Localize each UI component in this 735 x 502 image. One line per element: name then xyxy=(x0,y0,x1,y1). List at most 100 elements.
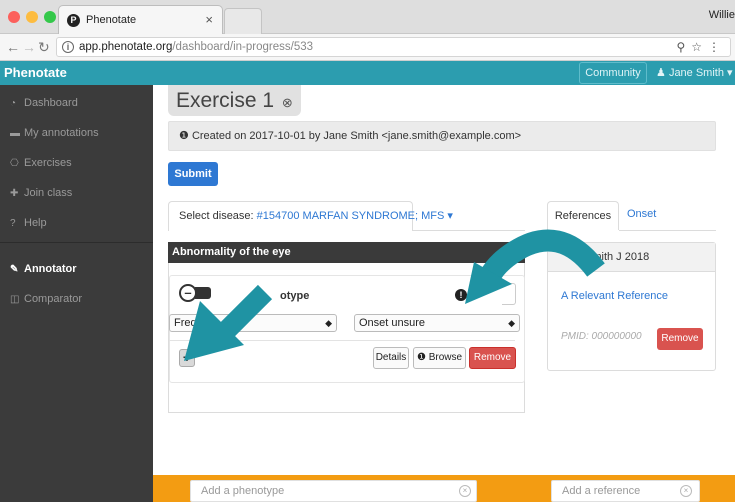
close-circle-icon[interactable]: ⊗ xyxy=(282,95,293,110)
extension-icon[interactable]: ⚲ xyxy=(676,40,691,54)
community-button[interactable]: Community xyxy=(579,62,647,84)
toggle-bar xyxy=(195,287,211,299)
sidebar-item-my-annotations[interactable]: ▬ My annotations xyxy=(10,127,99,139)
clear-icon[interactable]: × xyxy=(459,485,471,497)
sidebar-item-label: Help xyxy=(24,217,47,229)
remove-reference-button[interactable]: Remove xyxy=(657,328,703,350)
submit-button[interactable]: Submit xyxy=(168,162,218,186)
sidebar: ◔ Dashboard ▬ My annotations ⎔ Exercises ✚ J… xyxy=(0,85,153,502)
sidebar-item-label: Dashboard xyxy=(24,97,78,109)
maximize-window-button[interactable] xyxy=(44,11,56,23)
sidebar-item-help[interactable]: ? Help xyxy=(10,217,47,229)
add-reference-input[interactable]: Add a reference × xyxy=(551,480,700,502)
new-tab-button[interactable] xyxy=(224,8,262,34)
frequency-value: Freq xyxy=(174,317,197,329)
add-phenotype-placeholder: Add a phenotype xyxy=(201,485,285,497)
onset-value: Onset unsure xyxy=(359,317,426,329)
browser-tab[interactable]: P Phenotate × xyxy=(58,5,223,35)
user-menu[interactable]: ♟ Jane Smith ▾ xyxy=(656,66,733,79)
sidebar-item-label: Annotator xyxy=(24,263,77,275)
page-title: Exercise 1 ⊗ xyxy=(168,85,301,116)
minimize-window-button[interactable] xyxy=(26,11,38,23)
site-info-icon[interactable]: i xyxy=(62,41,74,53)
user-icon: ♟ xyxy=(656,67,666,79)
brand-logo[interactable]: Phenotate xyxy=(4,65,67,80)
sidebar-divider xyxy=(0,242,153,243)
caret-down-icon: ▾ xyxy=(447,210,453,222)
created-info: ❶ Created on 2017-10-01 by Jane Smith <j… xyxy=(168,121,716,151)
folder-icon: ▬ xyxy=(10,128,20,139)
exercises-icon: ⎔ xyxy=(10,158,19,169)
tab-underline-mask xyxy=(169,229,412,231)
reference-panel: Smith J 2018 A Relevant Reference PMID: … xyxy=(547,242,716,371)
sidebar-item-label: Comparator xyxy=(24,293,83,305)
section-header: Abnormality of the eye xyxy=(168,242,525,263)
sidebar-item-label: My annotations xyxy=(24,127,99,139)
add-reference-placeholder: Add a reference xyxy=(562,485,641,497)
reload-icon[interactable]: ↻ xyxy=(38,39,50,56)
selected-disease: #154700 MARFAN SYNDROME; MFS xyxy=(256,210,445,222)
menu-dots-icon[interactable]: ⋮ xyxy=(708,40,726,54)
minus-circle-icon: – xyxy=(179,284,197,302)
bookmark-star-icon[interactable]: ☆ xyxy=(691,40,708,54)
clear-icon[interactable]: × xyxy=(680,485,692,497)
collapse-toggle-icon[interactable]: – xyxy=(179,284,211,302)
browse-button[interactable]: ❶ Browse xyxy=(413,347,466,369)
select-arrows-icon: ◆ xyxy=(325,318,332,328)
address-bar: ← → ↻ i app.phenotate.org/dashboard/in-p… xyxy=(0,34,735,61)
user-menu-label: Jane Smith xyxy=(668,67,724,79)
back-icon[interactable]: ← xyxy=(6,39,20,55)
forward-icon[interactable]: → xyxy=(22,39,36,55)
caret-down-icon: ▾ xyxy=(727,67,733,79)
browse-label: Browse xyxy=(428,352,463,363)
onset-select[interactable]: Onset unsure ◆ xyxy=(354,314,520,332)
sidebar-item-label: Exercises xyxy=(24,157,72,169)
created-text: Created on 2017-10-01 by Jane Smith <jan… xyxy=(191,130,522,142)
plus-icon: ✚ xyxy=(10,188,19,199)
tab-references[interactable]: References xyxy=(547,201,619,230)
url-field[interactable]: i app.phenotate.org/dashboard/in-progres… xyxy=(56,37,731,57)
dropdown-edge[interactable] xyxy=(502,283,516,305)
add-phenotype-input[interactable]: Add a phenotype × xyxy=(190,480,477,502)
select-arrows-icon: ◆ xyxy=(508,318,515,328)
browser-profile-name[interactable]: Willie xyxy=(709,9,735,21)
details-button[interactable]: Details xyxy=(373,347,409,369)
reference-pmid: PMID: 000000000 xyxy=(561,331,642,342)
url-text: app.phenotate.org/dashboard/in-progress/… xyxy=(79,41,313,53)
url-host: app.phenotate.org xyxy=(79,41,173,53)
info-icon: ❶ xyxy=(179,130,189,142)
page-title-text: Exercise 1 xyxy=(176,89,275,112)
sidebar-item-comparator[interactable]: ◫ Comparator xyxy=(10,293,82,305)
url-actions: ⚲☆⋮ xyxy=(676,40,726,54)
ref-tab-divider xyxy=(619,230,716,231)
sidebar-item-dashboard[interactable]: ◔ Dashboard xyxy=(10,97,78,109)
close-window-button[interactable] xyxy=(8,11,20,23)
tab-title: Phenotate xyxy=(86,14,137,26)
select-disease-dropdown[interactable]: Select disease: #154700 MARFAN SYNDROME;… xyxy=(168,201,453,230)
sidebar-item-exercises[interactable]: ⎔ Exercises xyxy=(10,157,72,169)
add-bar: Add a phenotype × Add a reference × xyxy=(153,475,735,502)
phenotype-card: – otype ! Freq ◆ Onset unsure ◆ + Details … xyxy=(169,275,526,385)
main-content: Exercise 1 ⊗ ❶ Created on 2017-10-01 by … xyxy=(153,85,735,502)
reference-header: Smith J 2018 xyxy=(548,243,715,272)
app-navbar: Phenotate Community ♟ Jane Smith ▾ xyxy=(0,61,735,85)
info-circle-icon: ❶ xyxy=(416,352,426,363)
tab-onset[interactable]: Onset xyxy=(627,208,656,220)
sidebar-item-join-class[interactable]: ✚ Join class xyxy=(10,187,72,199)
add-modifier-button[interactable]: + xyxy=(179,349,195,367)
alert-icon[interactable]: ! xyxy=(455,289,467,301)
frequency-select[interactable]: Freq ◆ xyxy=(169,314,337,332)
remove-phenotype-button[interactable]: Remove xyxy=(469,347,516,369)
card-divider xyxy=(169,340,515,341)
tab-close-icon[interactable]: × xyxy=(205,12,213,27)
phenotype-label: otype xyxy=(280,290,310,302)
select-disease-label: Select disease: xyxy=(179,210,254,222)
pencil-icon: ✎ xyxy=(10,264,19,275)
sidebar-item-annotator[interactable]: ✎ Annotator xyxy=(10,263,77,275)
url-path: /dashboard/in-progress/533 xyxy=(172,41,314,53)
phenotate-favicon-icon: P xyxy=(67,14,80,27)
sidebar-item-label: Join class xyxy=(24,187,73,199)
dashboard-icon: ◔ xyxy=(10,98,17,109)
reference-link[interactable]: A Relevant Reference xyxy=(561,290,668,302)
question-icon: ? xyxy=(10,218,16,229)
